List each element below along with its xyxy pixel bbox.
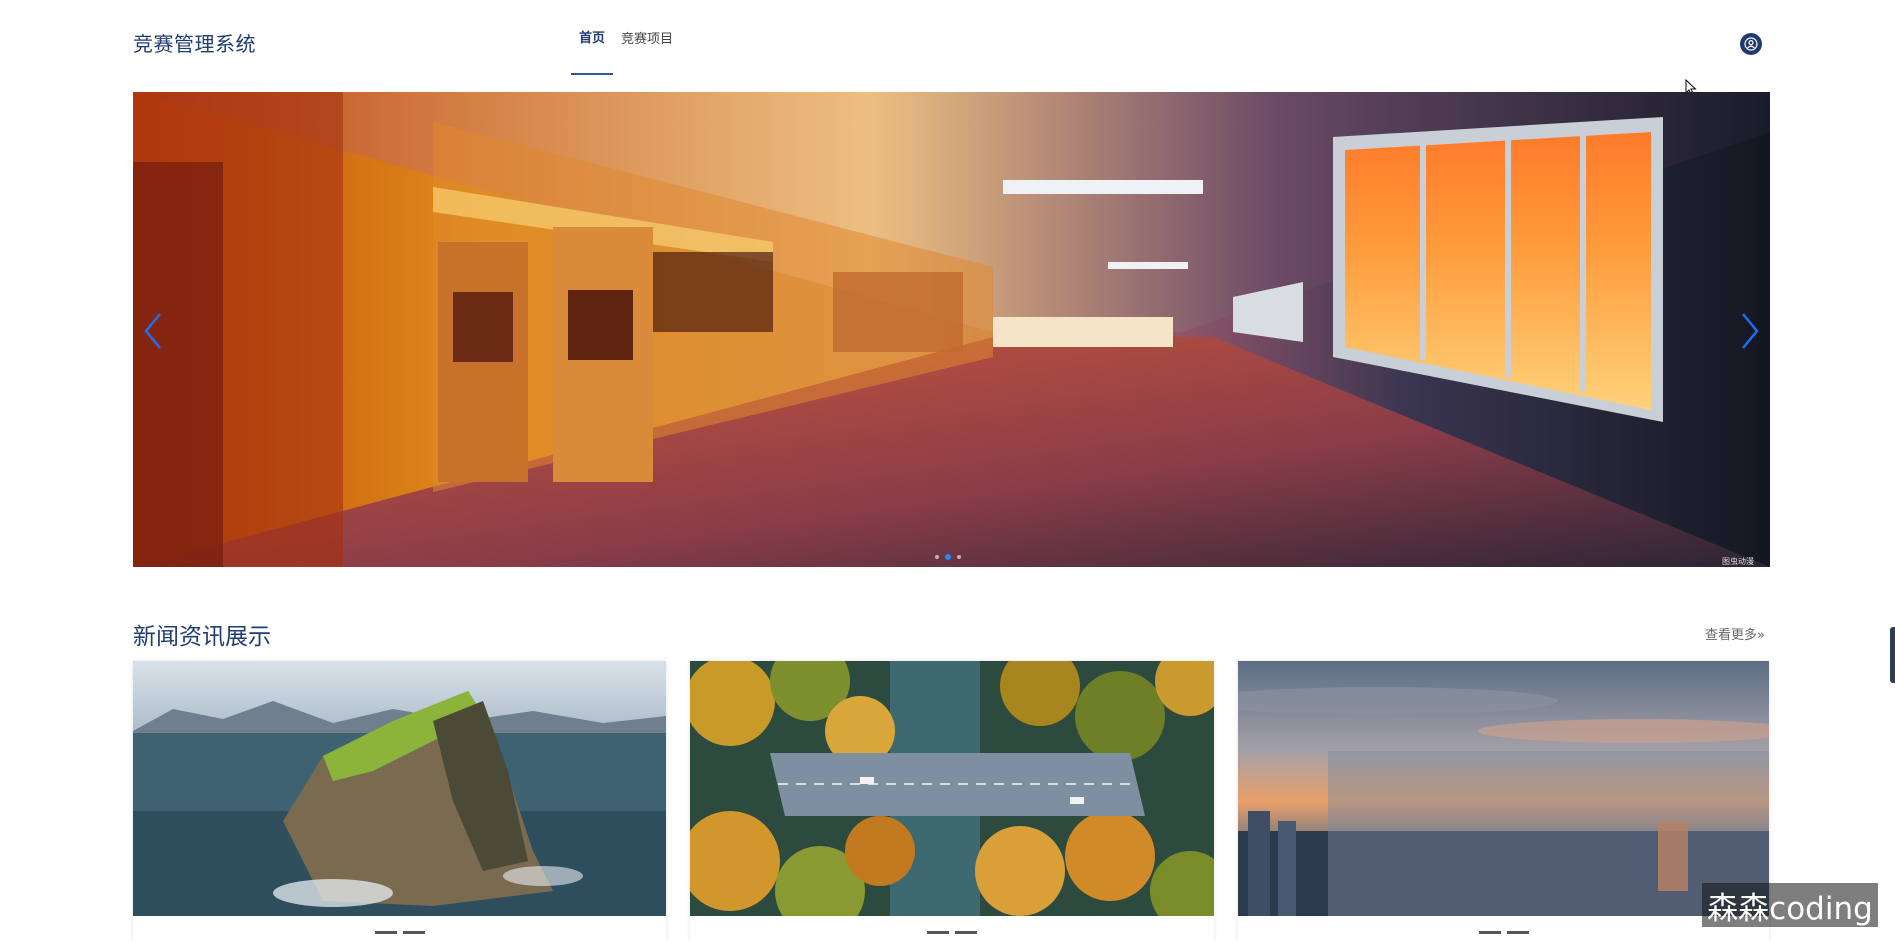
video-watermark: 森森coding bbox=[1702, 883, 1878, 927]
news-card-image bbox=[1238, 661, 1769, 916]
image-watermark: 图虫动漫 bbox=[1722, 557, 1754, 566]
user-avatar[interactable] bbox=[1740, 33, 1762, 55]
news-card-title bbox=[133, 931, 666, 939]
caption-fragment bbox=[374, 931, 397, 934]
carousel-indicators bbox=[935, 554, 961, 560]
chevron-right-icon bbox=[1742, 313, 1759, 349]
caption-fragment bbox=[402, 931, 425, 934]
news-card-title bbox=[1238, 931, 1769, 939]
carousel-next-button[interactable] bbox=[1735, 308, 1765, 354]
carousel-prev-button[interactable] bbox=[138, 308, 168, 354]
app-title: 竞赛管理系统 bbox=[133, 32, 256, 56]
main-nav: 首页 竞赛项目 bbox=[571, 0, 681, 75]
chevron-left-icon bbox=[144, 313, 161, 349]
nav-item-competitions[interactable]: 竞赛项目 bbox=[613, 0, 681, 75]
news-card[interactable] bbox=[1238, 661, 1769, 942]
caption-fragment bbox=[1478, 931, 1501, 934]
caption-fragment bbox=[927, 931, 949, 934]
nav-item-home[interactable]: 首页 bbox=[571, 0, 614, 75]
news-card-image bbox=[690, 661, 1214, 916]
side-drawer-tab[interactable] bbox=[1890, 627, 1895, 683]
carousel-dot[interactable] bbox=[957, 555, 961, 559]
news-card-image bbox=[133, 661, 666, 916]
carousel-dot[interactable] bbox=[935, 555, 939, 559]
view-more-link[interactable]: 查看更多» bbox=[1705, 624, 1765, 643]
carousel-dot-active[interactable] bbox=[945, 554, 951, 560]
banner-image bbox=[133, 92, 1770, 567]
news-card[interactable] bbox=[690, 661, 1214, 942]
caption-fragment bbox=[1506, 931, 1529, 934]
news-card-title bbox=[690, 931, 1214, 939]
news-card[interactable] bbox=[133, 661, 666, 942]
caption-fragment bbox=[955, 931, 977, 934]
banner-carousel[interactable] bbox=[133, 92, 1770, 567]
news-section-title: 新闻资讯展示 bbox=[133, 624, 271, 650]
user-icon bbox=[1744, 37, 1758, 51]
